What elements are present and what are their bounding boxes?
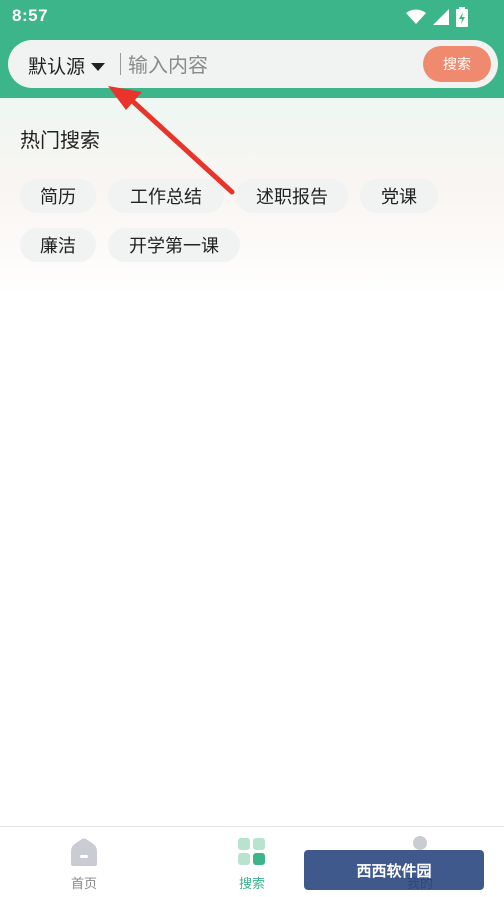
nav-item-search[interactable]: 搜索 [202,827,302,897]
grid-icon [238,838,265,865]
hot-search-tag[interactable]: 工作总结 [108,179,224,213]
nav-label-search: 搜索 [238,877,265,892]
hot-search-tag[interactable]: 开学第一课 [108,228,240,262]
hot-search-tag[interactable]: 述职报告 [236,179,348,213]
status-bar: 8:57 [0,0,504,34]
nav-item-home[interactable]: 首页 [34,827,134,897]
source-dropdown[interactable]: 默认源 [28,52,106,79]
search-bar: 默认源 搜索 [8,40,498,88]
hot-search-tag[interactable]: 简历 [20,179,96,213]
hot-search-tag[interactable]: 党课 [360,179,438,213]
chevron-down-icon [91,62,106,71]
wifi-icon [406,9,426,24]
watermark-logo: 西西软件园 [304,850,484,890]
watermark-text: 西西软件园 [356,861,432,880]
status-time: 8:57 [12,6,49,25]
battery-icon [456,7,468,27]
search-input[interactable] [126,48,420,82]
status-icons [406,7,468,27]
search-button[interactable]: 搜索 [423,46,491,82]
hot-search-tag[interactable]: 廉洁 [20,228,96,262]
signal-icon [433,9,449,25]
nav-label-home: 首页 [70,877,97,892]
home-icon [71,838,97,866]
source-label: 默认源 [28,56,86,78]
search-divider [120,53,121,75]
hot-search-title: 热门搜索 [20,128,100,152]
